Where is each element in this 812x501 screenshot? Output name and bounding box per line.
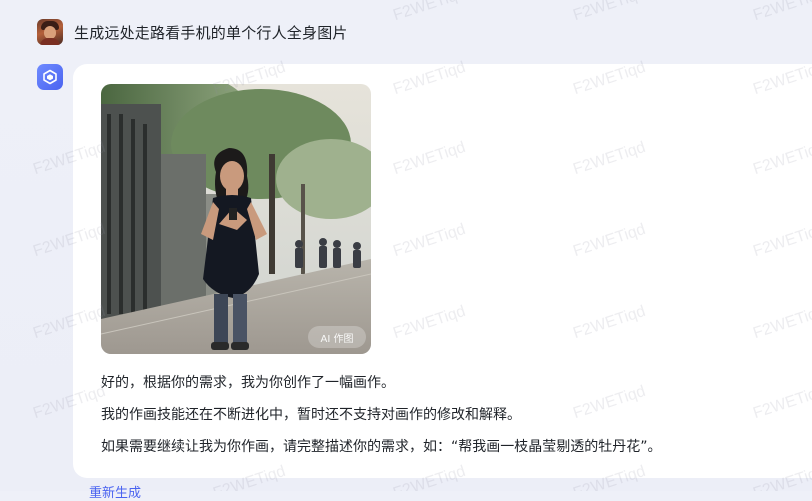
user-message: 生成远处走路看手机的单个行人全身图片 — [37, 18, 348, 46]
ai-image-badge: AI 作图 — [308, 326, 366, 348]
reply-line: 我的作画技能还在不断进化中，暂时还不支持对画作的修改和解释。 — [101, 407, 521, 423]
user-message-text: 生成远处走路看手机的单个行人全身图片 — [74, 23, 348, 42]
watermark: F2WETiqd — [571, 0, 648, 25]
watermark: F2WETiqd — [391, 0, 468, 25]
user-avatar — [37, 19, 63, 45]
reply-line: 好的，根据你的需求，我为你创作了一幅画作。 — [101, 375, 395, 391]
generated-image[interactable] — [101, 84, 371, 354]
assistant-logo-icon — [37, 64, 63, 90]
regenerate-button[interactable]: 重新生成 — [89, 482, 141, 501]
reply-line: 如果需要继续让我为你作画，请完整描述你的需求，如：“帮我画一枝晶莹剔透的牡丹花”… — [101, 439, 662, 455]
watermark: F2WETiqd — [751, 0, 812, 25]
